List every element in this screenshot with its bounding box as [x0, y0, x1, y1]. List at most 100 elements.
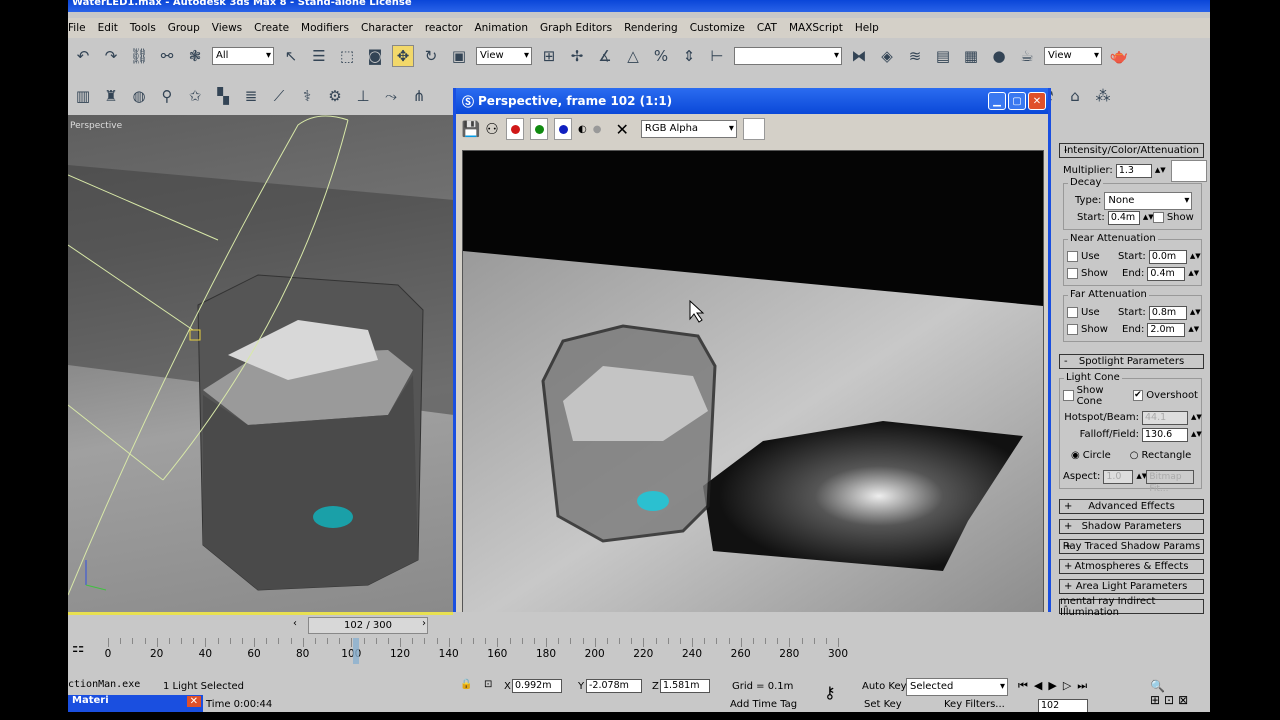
menu-modifiers[interactable]: Modifiers — [301, 22, 349, 34]
menu-group[interactable]: Group — [168, 22, 200, 34]
menu-file[interactable]: File — [68, 22, 86, 34]
angle-snap-icon[interactable]: △ — [622, 45, 644, 67]
selection-filter-dropdown[interactable]: All — [212, 47, 274, 65]
green-channel-button[interactable] — [530, 118, 548, 140]
pivot-icon[interactable]: ⊞ — [538, 45, 560, 67]
far-show-checkbox[interactable] — [1067, 324, 1078, 335]
menu-create[interactable]: Create — [254, 22, 289, 34]
redo-icon[interactable]: ↷ — [100, 45, 122, 67]
taskbar-item[interactable]: ctionMan.exe — [68, 679, 148, 690]
render-scene-icon[interactable]: ☕ — [1016, 45, 1038, 67]
schematic-view-icon[interactable]: ▦ — [960, 45, 982, 67]
region-select-icon[interactable]: ⬚ — [336, 45, 358, 67]
menu-graph-editors[interactable]: Graph Editors — [540, 22, 612, 34]
menu-maxscript[interactable]: MAXScript — [789, 22, 843, 34]
render-window-titlebar[interactable]: Ⓢ Perspective, frame 102 (1:1) ▁ ▢ ✕ — [456, 88, 1048, 114]
spinner[interactable]: ▲▼ — [1136, 473, 1147, 480]
rollout-advanced-effects[interactable]: + Advanced Effects — [1059, 499, 1204, 514]
red-channel-button[interactable] — [506, 118, 524, 140]
layer-manager-icon[interactable]: ≋ — [904, 45, 926, 67]
bone-icon[interactable]: ⟋ — [268, 85, 290, 107]
menu-views[interactable]: Views — [212, 22, 242, 34]
rollout-mental-ray-indirect-illumination[interactable]: - mental ray Indirect Illumination — [1059, 596, 1204, 618]
auto-key-button[interactable]: Auto Key — [862, 681, 907, 692]
align-icon[interactable]: ◈ — [876, 45, 898, 67]
falloff-input[interactable]: 130.6 — [1142, 427, 1188, 442]
z-input[interactable]: 1.581m — [660, 679, 710, 693]
far-start-input[interactable]: 0.8m — [1148, 305, 1187, 320]
blue-channel-button[interactable] — [554, 118, 572, 140]
shapes-icon[interactable]: ♜ — [100, 85, 122, 107]
alpha-channel-icon[interactable]: ◐ — [578, 124, 587, 135]
material-editor-icon[interactable]: ● — [988, 45, 1010, 67]
light-color-swatch[interactable] — [1170, 159, 1207, 182]
y-input[interactable]: -2.078m — [586, 679, 642, 693]
rotate-icon[interactable]: ↻ — [420, 45, 442, 67]
key-filters-button[interactable]: Key Filters... — [944, 699, 1005, 710]
decay-show-checkbox[interactable] — [1152, 212, 1164, 223]
menu-rendering[interactable]: Rendering — [624, 22, 678, 34]
next-frame-button[interactable]: › — [422, 618, 426, 629]
particle-icon[interactable]: ⋔ — [408, 85, 430, 107]
rollout-atmospheres-effects[interactable]: + Atmospheres & Effects — [1059, 559, 1204, 574]
percent-snap-icon[interactable]: % — [650, 45, 672, 67]
rollout-area-light-parameters[interactable]: + Area Light Parameters — [1059, 579, 1204, 594]
curve-editor-icon[interactable]: ▤ — [932, 45, 954, 67]
rollout-shadow-parameters[interactable]: + Shadow Parameters — [1059, 519, 1204, 534]
rollout-spotlight[interactable]: - Spotlight Parameters — [1059, 354, 1204, 369]
far-use-checkbox[interactable] — [1067, 307, 1078, 318]
clear-icon[interactable]: ✕ — [615, 120, 628, 139]
overshoot-checkbox[interactable]: ✔ — [1132, 390, 1144, 401]
menu-cat[interactable]: CAT — [757, 22, 777, 34]
menu-animation[interactable]: Animation — [474, 22, 528, 34]
decay-type-dropdown[interactable]: None — [1104, 191, 1193, 210]
link-icon[interactable]: ⛓ — [128, 45, 150, 67]
select-by-name-icon[interactable]: ☰ — [308, 45, 330, 67]
color-swatch[interactable] — [742, 118, 765, 140]
manipulate-icon[interactable]: ✢ — [566, 45, 588, 67]
frame-ruler[interactable]: 0 20 40 60 80 100 120 140 160 180 200 220 240 260 280 3… — [98, 638, 958, 666]
absolute-mode-icon[interactable]: ⊡ — [484, 679, 492, 690]
objects-icon[interactable]: ▥ — [72, 85, 94, 107]
playback-controls[interactable]: ⏮◀▶▷⏭ — [1018, 679, 1093, 693]
viewport-navigation-icons[interactable]: 🔍⊞⊡⊠ — [1150, 679, 1210, 707]
checker-icon[interactable]: ▚ — [212, 85, 234, 107]
bind-space-warp-icon[interactable]: ❃ — [184, 45, 206, 67]
material-editor-taskbar[interactable]: Materi ✕ — [68, 695, 203, 712]
key-icon[interactable]: ⚷ — [824, 683, 836, 702]
decay-start-spinner[interactable]: ▲▼ — [1143, 214, 1154, 221]
layers-icon[interactable]: ≣ — [240, 85, 262, 107]
mono-icon[interactable]: ● — [593, 124, 602, 135]
prev-frame-button[interactable]: ‹ — [293, 618, 297, 629]
sphere-icon[interactable]: ◍ — [128, 85, 150, 107]
save-icon[interactable]: 💾 — [462, 118, 481, 140]
aspect-input[interactable]: 1.0 — [1103, 469, 1134, 484]
menu-reactor[interactable]: reactor — [425, 22, 463, 34]
mirror-icon[interactable]: ⧓ — [848, 45, 870, 67]
render-type-dropdown[interactable]: View — [1044, 47, 1102, 65]
near-end-input[interactable]: 0.4m — [1147, 266, 1186, 281]
select-icon[interactable]: ↖ — [280, 45, 302, 67]
dots-icon[interactable]: ⁂ — [1092, 85, 1114, 107]
track-bar-icon[interactable]: ⚏ — [72, 640, 85, 656]
current-frame-input[interactable]: 102 — [1038, 699, 1088, 712]
spinner[interactable]: ▲▼ — [1190, 253, 1201, 260]
named-selection-icon[interactable]: ⊢ — [706, 45, 728, 67]
magnet-icon[interactable]: ⚕ — [296, 85, 318, 107]
minimize-button[interactable]: ▁ — [988, 92, 1006, 110]
maximize-button[interactable]: ▢ — [1008, 92, 1026, 110]
move-icon[interactable]: ✥ — [392, 45, 414, 67]
menu-tools[interactable]: Tools — [130, 22, 156, 34]
perspective-viewport[interactable]: Perspective — [68, 115, 454, 612]
spinner[interactable]: ▲▼ — [1191, 431, 1202, 438]
snap-icon[interactable]: ∡ — [594, 45, 616, 67]
clone-icon[interactable]: ⚇ — [484, 118, 500, 140]
menu-help[interactable]: Help — [855, 22, 879, 34]
close-button[interactable]: ✕ — [1028, 92, 1046, 110]
menu-edit[interactable]: Edit — [98, 22, 118, 34]
close-icon[interactable]: ✕ — [186, 696, 201, 707]
rectangle-radio[interactable]: ○ — [1130, 450, 1139, 461]
window-crossing-icon[interactable]: ◙ — [364, 45, 386, 67]
lights-icon[interactable]: ⚲ — [156, 85, 178, 107]
key-mode-dropdown[interactable]: Selected — [906, 678, 1008, 696]
